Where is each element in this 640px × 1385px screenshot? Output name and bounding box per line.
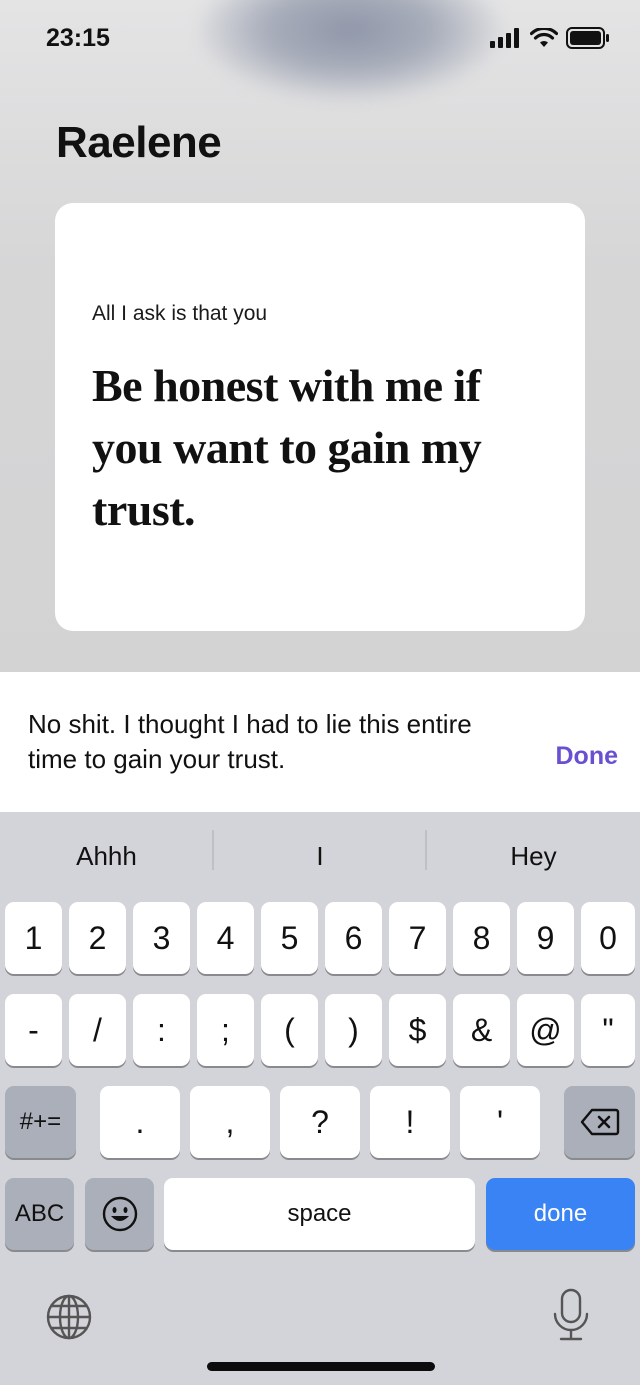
- key-1[interactable]: 1: [5, 902, 62, 974]
- key-comma[interactable]: ,: [190, 1086, 270, 1158]
- key-5[interactable]: 5: [261, 902, 318, 974]
- key-semicolon[interactable]: ;: [197, 994, 254, 1066]
- reply-input[interactable]: No shit. I thought I had to lie this ent…: [28, 707, 508, 777]
- prompt-answer: Be honest with me if you want to gain my…: [92, 360, 482, 535]
- key-2[interactable]: 2: [69, 902, 126, 974]
- key-dollar[interactable]: $: [389, 994, 446, 1066]
- key-quote[interactable]: ": [581, 994, 635, 1066]
- key-3[interactable]: 3: [133, 902, 190, 974]
- globe-button[interactable]: [44, 1292, 94, 1342]
- keyboard: Ahhh I Hey 1 2 3 4 5 6 7 8 9 0 - / : ; (…: [0, 812, 640, 1385]
- status-time: 23:15: [46, 24, 110, 52]
- emoji-icon: [102, 1196, 137, 1232]
- key-more-symbols[interactable]: #+=: [5, 1086, 76, 1158]
- key-period[interactable]: .: [100, 1086, 180, 1158]
- key-9[interactable]: 9: [517, 902, 574, 974]
- status-icons: [490, 27, 610, 49]
- battery-icon: [566, 27, 609, 49]
- prompt-question: All I ask is that you: [92, 302, 268, 325]
- signal-icon: [490, 28, 519, 48]
- key-exclamation[interactable]: !: [370, 1086, 450, 1158]
- key-abc[interactable]: ABC: [5, 1178, 74, 1250]
- key-8[interactable]: 8: [453, 902, 510, 974]
- delete-key[interactable]: [564, 1086, 635, 1158]
- key-6[interactable]: 6: [325, 902, 382, 974]
- globe-icon: [46, 1294, 92, 1340]
- key-open-paren[interactable]: (: [261, 994, 318, 1066]
- contact-name: Raelene: [56, 118, 222, 167]
- done-key[interactable]: done: [486, 1178, 635, 1250]
- suggestion-1[interactable]: Ahhh: [0, 812, 213, 900]
- key-at[interactable]: @: [517, 994, 574, 1066]
- status-bar: 23:15: [0, 0, 640, 80]
- microphone-icon: [553, 1288, 589, 1341]
- key-slash[interactable]: /: [69, 994, 126, 1066]
- space-key[interactable]: space: [164, 1178, 475, 1250]
- reply-done-button[interactable]: Done: [556, 742, 619, 771]
- key-close-paren[interactable]: ): [325, 994, 382, 1066]
- key-7[interactable]: 7: [389, 902, 446, 974]
- key-hyphen[interactable]: -: [5, 994, 62, 1066]
- key-question[interactable]: ?: [280, 1086, 360, 1158]
- reply-composer: No shit. I thought I had to lie this ent…: [0, 672, 640, 812]
- backspace-icon: [580, 1108, 619, 1136]
- key-colon[interactable]: :: [133, 994, 190, 1066]
- wifi-icon: [530, 28, 558, 47]
- key-ampersand[interactable]: &: [453, 994, 510, 1066]
- suggestion-bar: Ahhh I Hey: [0, 812, 640, 900]
- prompt-card: All I ask is that you Be honest with me …: [55, 203, 585, 631]
- suggestion-3[interactable]: Hey: [427, 812, 640, 900]
- key-0[interactable]: 0: [581, 902, 635, 974]
- key-apostrophe[interactable]: ': [460, 1086, 540, 1158]
- dictation-button[interactable]: [549, 1288, 593, 1344]
- suggestion-2[interactable]: I: [214, 812, 426, 900]
- key-4[interactable]: 4: [197, 902, 254, 974]
- home-indicator: [207, 1362, 435, 1371]
- emoji-key[interactable]: [85, 1178, 154, 1250]
